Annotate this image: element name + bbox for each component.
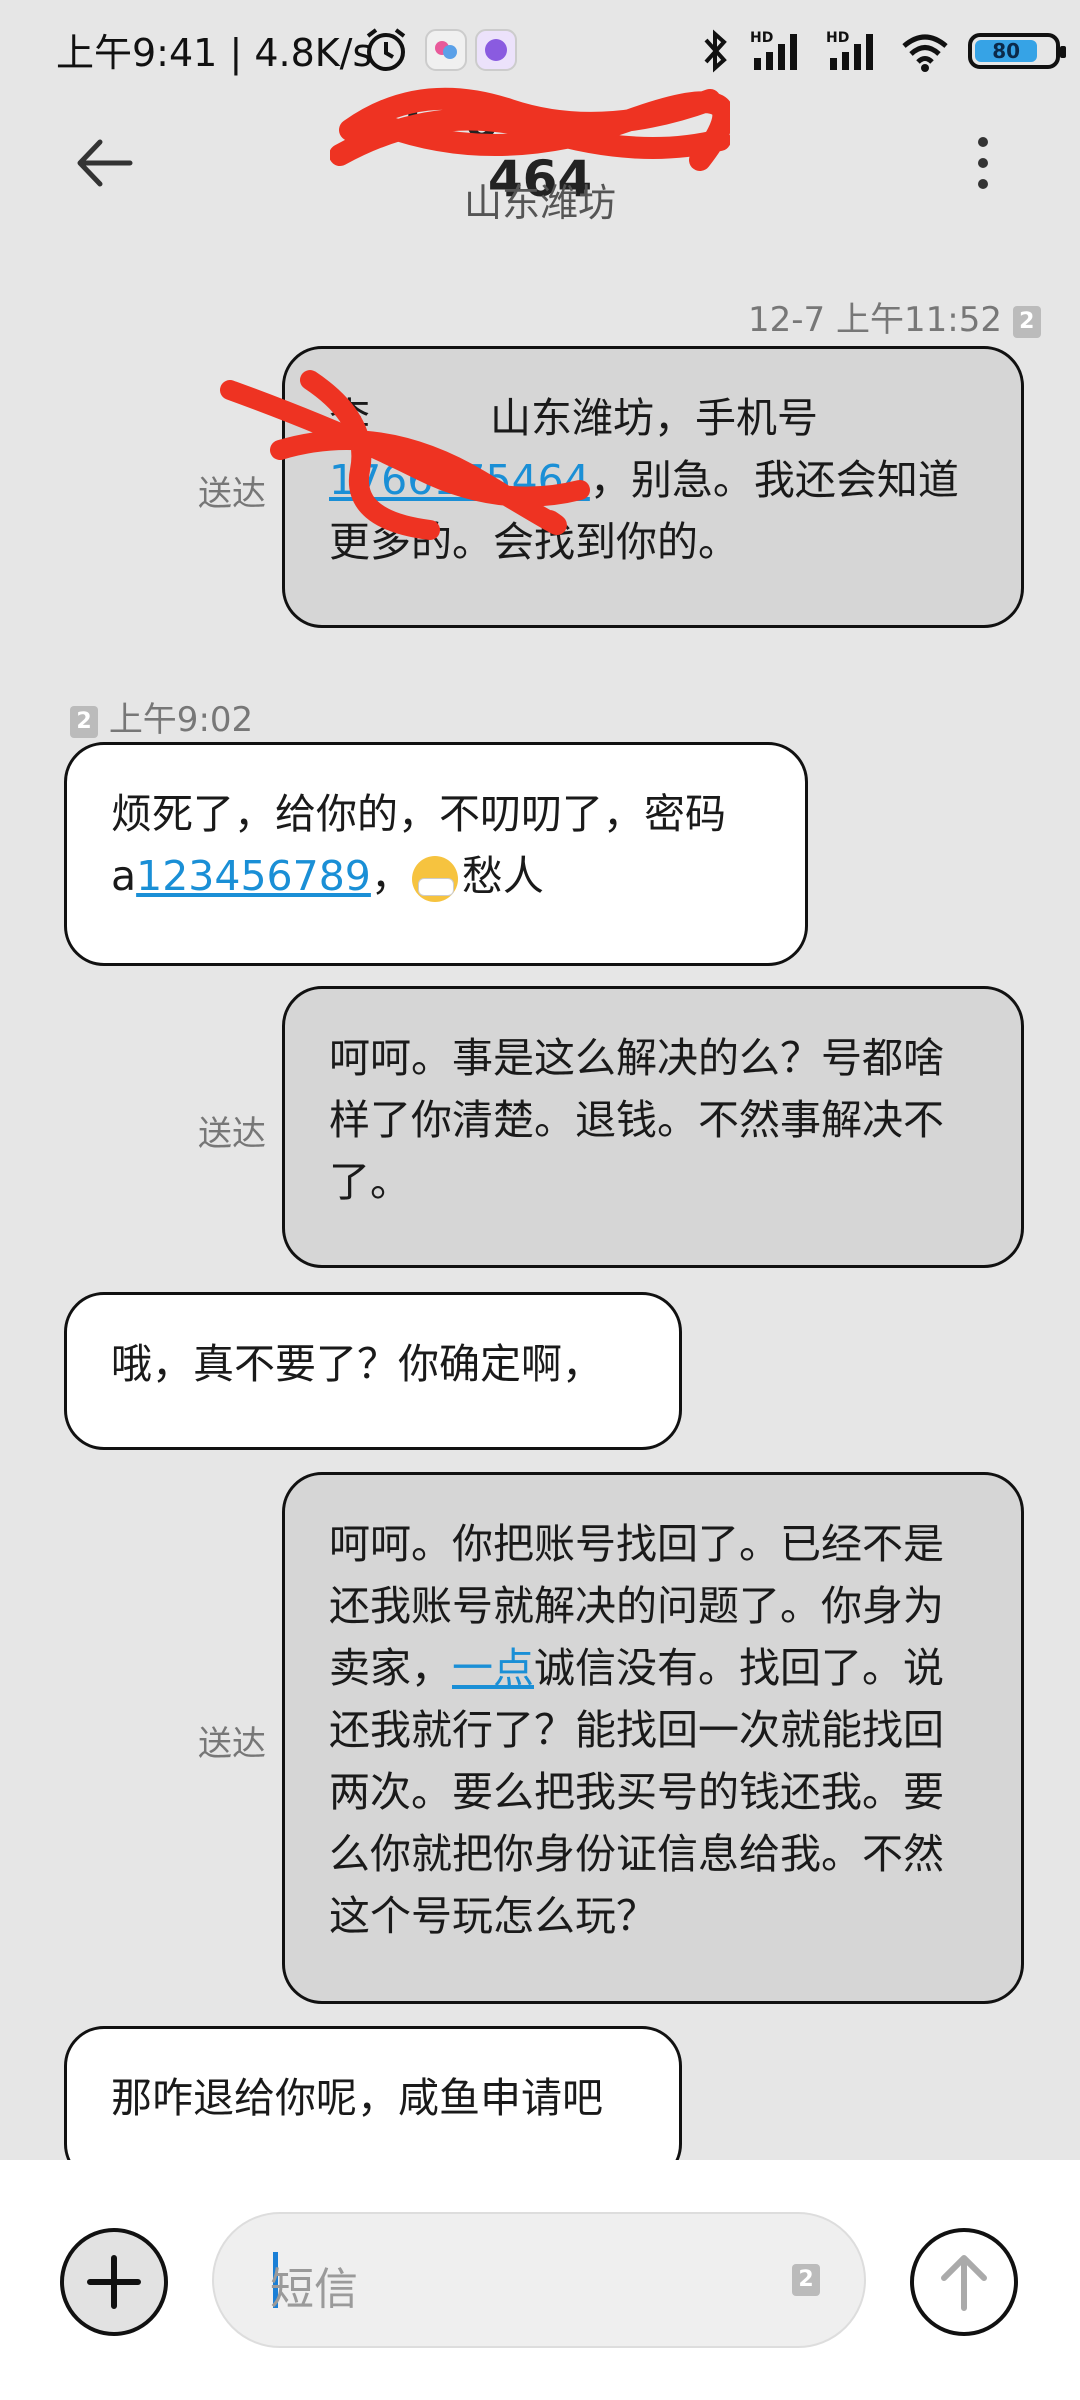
delivery-status: 送达	[198, 1724, 266, 1764]
wifi-icon	[902, 34, 948, 72]
message-text: 呵呵。事是这么解决的么？号都啥样了你清楚。退钱。不然事解决不了。	[329, 1034, 944, 1206]
message-bubble-sent[interactable]: 呵呵。事是这么解决的么？号都啥样了你清楚。退钱。不然事解决不了。	[282, 986, 1024, 1268]
plus-icon	[87, 2255, 141, 2309]
send-button[interactable]	[910, 2228, 1018, 2336]
send-arrow-up-icon	[941, 2255, 987, 2311]
message-timestamp: 12-7 上午11:52 2	[748, 292, 1041, 341]
back-arrow-icon[interactable]	[70, 128, 140, 198]
status-time: 上午9:41	[56, 31, 218, 75]
sim-2-icon: 2	[70, 705, 98, 738]
contact-location: 山东潍坊	[463, 181, 616, 225]
redaction-scribble	[330, 87, 730, 171]
battery-level: 80	[975, 39, 1038, 63]
message-text: ，	[370, 852, 412, 900]
more-options-icon[interactable]	[958, 128, 1008, 198]
message-timestamp: 2 上午9:02	[70, 692, 253, 741]
message-link[interactable]: 一点	[452, 1644, 534, 1692]
status-time-speed: 上午9:41 | 4.8K/s	[56, 22, 372, 77]
password-link[interactable]: 123456789	[136, 852, 371, 900]
status-right-icons: HD HD 80	[700, 26, 1066, 76]
signal-icon: HD	[826, 30, 873, 70]
sim-2-icon: 2	[1012, 305, 1041, 338]
status-divider: |	[229, 31, 255, 75]
message-text: 哦，真不要了？你确定啊，	[111, 1340, 603, 1388]
signal-hd-label: HD	[750, 30, 773, 46]
signal-icon: HD	[750, 30, 797, 70]
timestamp-text: 12-7 上午11:52	[748, 300, 1002, 340]
mask-face-emoji-icon	[411, 856, 458, 902]
battery-icon: 80	[968, 33, 1066, 69]
timestamp-text: 上午9:02	[108, 700, 254, 740]
message-input-placeholder: 短信	[270, 2264, 358, 2315]
battery-cap	[1060, 46, 1066, 58]
message-bubble-sent[interactable]: 呵呵。你把账号找回了。已经不是还我账号就解决的问题了。你身为卖家，一点诚信没有。…	[282, 1472, 1024, 2004]
sim-2-icon[interactable]: 2	[792, 2264, 820, 2296]
message-bubble-received[interactable]: 烦死了，给你的，不叨叨了，密码a123456789， 愁人	[64, 742, 808, 966]
signal-hd-label: HD	[826, 30, 849, 46]
redaction-scribble	[220, 370, 590, 540]
message-text: 愁人	[461, 852, 544, 900]
delivery-status: 送达	[198, 1114, 266, 1154]
message-text: 那咋退给你呢，咸鱼申请吧	[111, 2074, 603, 2122]
add-attachment-button[interactable]	[60, 2228, 168, 2336]
message-bubble-received[interactable]: 哦，真不要了？你确定啊，	[64, 1292, 682, 1450]
